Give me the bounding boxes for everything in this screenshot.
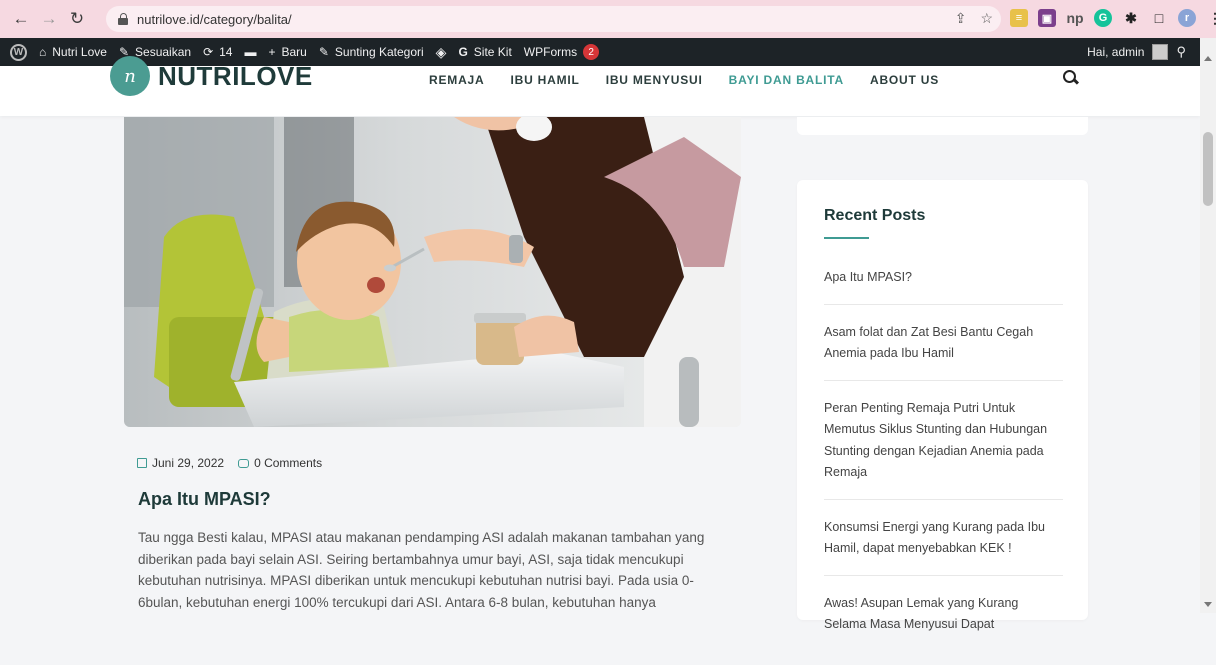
wordpress-logo-icon[interactable]: W [10, 43, 27, 61]
sidebar-previous-widget [797, 117, 1088, 135]
search-icon[interactable] [1063, 70, 1078, 85]
main-menu: REMAJA IBU HAMIL IBU MENYUSUI BAYI DAN B… [429, 73, 939, 87]
menu-item-bayi-dan-balita[interactable]: BAYI DAN BALITA [729, 73, 844, 87]
site-header: n NUTRILOVE REMAJA IBU HAMIL IBU MENYUSU… [0, 56, 1200, 116]
menu-item-ibu-menyusui[interactable]: IBU MENYUSUI [606, 73, 703, 87]
page-scrollbar[interactable] [1200, 38, 1216, 613]
post-featured-image[interactable] [124, 117, 741, 427]
sitekit-link[interactable]: G Site Kit [458, 45, 511, 59]
post-excerpt: Tau ngga Besti kalau, MPASI atau makanan… [138, 530, 705, 610]
recent-posts-list: Apa Itu MPASI? Asam folat dan Zat Besi B… [824, 264, 1063, 665]
edit-category-link[interactable]: ✎ Sunting Kategori [319, 45, 424, 59]
bookmark-manager-icon[interactable]: ▣ [1038, 9, 1056, 27]
back-icon[interactable]: ← [10, 8, 32, 30]
np-extension-icon[interactable]: np [1066, 9, 1084, 27]
notes-extension-icon[interactable]: ≡ [1010, 9, 1028, 27]
puzzle-icon[interactable]: ✱ [1122, 9, 1140, 27]
menu-item-ibu-hamil[interactable]: IBU HAMIL [510, 73, 579, 87]
sidebar-toggle-icon[interactable]: □ [1150, 9, 1168, 27]
recent-post-link[interactable]: Peran Penting Remaja Putri Untuk Memutus… [824, 395, 1063, 500]
post-meta: Juni 29, 2022 0 Comments [137, 456, 322, 470]
calendar-icon [137, 458, 147, 468]
diamond-plugin-icon[interactable]: ◈ [436, 44, 447, 61]
browser-toolbar: ← → ↻ nutrilove.id/category/balita/ ⇪ ☆ … [0, 0, 1216, 38]
wpforms-badge: 2 [583, 44, 600, 60]
url-text[interactable]: nutrilove.id/category/balita/ [137, 12, 292, 27]
forward-icon[interactable]: → [38, 8, 60, 30]
recent-post-link[interactable]: Konsumsi Energi yang Kurang pada Ibu Ham… [824, 514, 1063, 576]
admin-search-icon[interactable]: ⚲ [1176, 44, 1186, 60]
address-bar[interactable]: nutrilove.id/category/balita/ ⇪ ☆ [106, 6, 1001, 32]
recent-posts-widget: Recent Posts Apa Itu MPASI? Asam folat d… [797, 180, 1088, 631]
extensions-area: ≡ ▣ np G ✱ □ r ⋮ [1010, 9, 1216, 27]
title-underline [824, 237, 869, 239]
widget-title: Recent Posts [824, 207, 926, 224]
recent-post-link[interactable]: Asam folat dan Zat Besi Bantu Cegah Anem… [824, 319, 1063, 381]
grammarly-icon[interactable]: G [1094, 9, 1112, 27]
logo-mark-icon: n [110, 56, 150, 96]
admin-greeting[interactable]: Hai, admin [1087, 45, 1144, 59]
recent-post-link[interactable]: Awas! Asupan Lemak yang Kurang Selama Ma… [824, 590, 1063, 651]
menu-item-about-us[interactable]: ABOUT US [870, 73, 939, 87]
star-icon[interactable]: ☆ [980, 10, 993, 27]
reload-icon[interactable]: ↻ [66, 8, 88, 30]
google-icon: G [458, 45, 468, 59]
share-icon[interactable]: ⇪ [955, 10, 967, 27]
scroll-up-icon[interactable] [1204, 56, 1212, 61]
menu-kebab-icon[interactable]: ⋮ [1206, 9, 1216, 27]
scrollbar-thumb[interactable] [1203, 132, 1213, 206]
post-title[interactable]: Apa Itu MPASI? [138, 489, 271, 510]
post-date[interactable]: Juni 29, 2022 [137, 456, 224, 470]
pencil-icon: ✎ [318, 45, 329, 59]
logo-text: NUTRILOVE [158, 60, 313, 91]
site-logo[interactable]: n NUTRILOVE [110, 56, 313, 96]
site-name-link[interactable]: ⌂ Nutri Love [39, 45, 107, 59]
profile-avatar[interactable]: r [1178, 9, 1196, 27]
admin-avatar[interactable] [1152, 44, 1169, 60]
post-comments[interactable]: 0 Comments [238, 456, 322, 470]
wpforms-link[interactable]: WPForms 2 [524, 44, 600, 60]
menu-item-remaja[interactable]: REMAJA [429, 73, 484, 87]
comment-bubble-icon [238, 459, 250, 468]
scroll-down-icon[interactable] [1204, 602, 1212, 607]
dashboard-icon: ⌂ [39, 45, 47, 59]
lock-icon[interactable] [118, 13, 129, 25]
recent-post-link[interactable]: Apa Itu MPASI? [824, 264, 1063, 305]
